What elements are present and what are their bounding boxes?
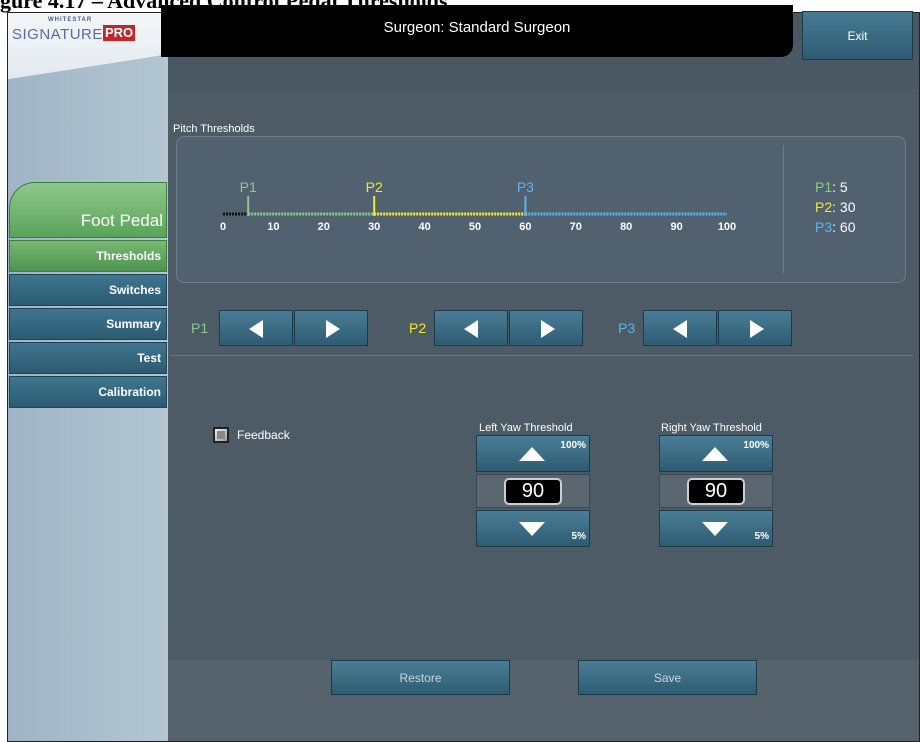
p3-readout-sep: : [832, 219, 840, 235]
left-yaw-min: 5% [571, 531, 586, 542]
restore-button[interactable]: Restore [331, 660, 510, 695]
p2-increase-button[interactable] [509, 310, 583, 346]
right-arrow-icon [750, 320, 764, 338]
left-yaw-max: 100% [560, 440, 586, 451]
marker-label-p1: P1 [240, 179, 257, 195]
nav-item-thresholds[interactable]: Thresholds [9, 240, 167, 272]
right-yaw-min: 5% [754, 531, 769, 542]
p1-readout-label: P1 [815, 179, 833, 195]
footer-bar [168, 660, 919, 741]
left-arrow-icon [673, 320, 687, 338]
p2-readout-label: P2 [815, 199, 833, 215]
marker-label-p2: P2 [366, 179, 383, 195]
right-arrow-icon [326, 320, 340, 338]
left-yaw-decrease-button[interactable]: 5% [476, 510, 590, 547]
right-yaw-increase-button[interactable]: 100% [659, 435, 773, 472]
pitch-thresholds-title: Pitch Thresholds [173, 123, 255, 135]
save-button[interactable]: Save [578, 660, 757, 695]
p2-readout: P2: 30 [815, 199, 855, 215]
surgeon-label: Surgeon: Standard Surgeon [383, 19, 571, 36]
p2-readout-sep: : [832, 199, 840, 215]
logo-whitestar-text: WHITESTAR [48, 17, 93, 23]
logo-signature-text: SIGNATURE [12, 26, 103, 43]
nav-item-switches[interactable]: Switches [9, 274, 167, 306]
tick-label: 60 [519, 221, 531, 233]
tick-label: 10 [267, 221, 279, 233]
p1-readout: P1: 5 [815, 179, 848, 195]
p3-increase-button[interactable] [718, 310, 792, 346]
right-yaw-title: Right Yaw Threshold [661, 422, 762, 434]
side-nav: Foot Pedal Thresholds Switches Summary T… [9, 182, 167, 408]
right-arrow-icon [541, 320, 555, 338]
nav-item-summary[interactable]: Summary [9, 308, 167, 340]
p1-adjust-label: P1 [191, 320, 209, 336]
left-yaw-increase-button[interactable]: 100% [476, 435, 590, 472]
left-yaw-display: 90 [476, 474, 590, 508]
up-arrow-icon [519, 447, 545, 461]
left-yaw-value: 90 [504, 478, 562, 505]
p2-decrease-button[interactable] [434, 310, 508, 346]
tick-label: 40 [418, 221, 430, 233]
p3-decrease-button[interactable] [643, 310, 717, 346]
tick-label: 30 [368, 221, 380, 233]
nav-item-test[interactable]: Test [9, 342, 167, 374]
p2-readout-value: 30 [839, 199, 856, 215]
nav-section-label: Foot Pedal [80, 211, 163, 230]
p1-decrease-button[interactable] [219, 310, 293, 346]
left-yaw-title: Left Yaw Threshold [479, 422, 573, 434]
tick-label: 100 [718, 221, 736, 233]
panel-divider [783, 145, 784, 273]
down-arrow-icon [519, 522, 545, 536]
pitch-thresholds-panel: P1 P2 P3 0 10 20 30 40 50 60 70 80 90 100 P1: 5 P2: 3… [176, 136, 906, 283]
p2-adjust-label: P2 [409, 320, 427, 336]
tick-label: 70 [570, 221, 582, 233]
p3-readout-value: 60 [839, 219, 856, 235]
p3-readout: P3: 60 [815, 219, 855, 235]
checkbox-fill [217, 431, 225, 439]
p3-adjust-label: P3 [618, 320, 636, 336]
nav-section-foot-pedal[interactable]: Foot Pedal [9, 182, 167, 238]
nav-item-calibration[interactable]: Calibration [9, 376, 167, 408]
tick-label: 80 [620, 221, 632, 233]
right-yaw-value: 90 [687, 478, 745, 505]
tick-label: 50 [469, 221, 481, 233]
tick-label: 90 [670, 221, 682, 233]
p1-increase-button[interactable] [294, 310, 368, 346]
exit-button[interactable]: Exit [802, 11, 913, 60]
right-yaw-max: 100% [743, 440, 769, 451]
feedback-label: Feedback [237, 428, 290, 442]
p3-readout-label: P3 [815, 219, 833, 235]
right-yaw-display: 90 [659, 474, 773, 508]
p1-readout-sep: : [832, 179, 840, 195]
section-divider [170, 355, 913, 356]
tick-label: 0 [220, 221, 226, 233]
tick-label: 20 [318, 221, 330, 233]
logo-pro-badge: PRO [103, 25, 136, 41]
feedback-checkbox[interactable] [213, 427, 229, 443]
p1-readout-value: 5 [839, 179, 848, 195]
pitch-scale: P1 P2 P3 0 10 20 30 40 50 60 70 80 90 100 [220, 179, 736, 233]
left-arrow-icon [249, 320, 263, 338]
up-arrow-icon [702, 447, 728, 461]
down-arrow-icon [702, 522, 728, 536]
left-arrow-icon [464, 320, 478, 338]
header-bar: Surgeon: Standard Surgeon [161, 5, 793, 57]
right-yaw-decrease-button[interactable]: 5% [659, 510, 773, 547]
marker-label-p3: P3 [517, 179, 534, 195]
